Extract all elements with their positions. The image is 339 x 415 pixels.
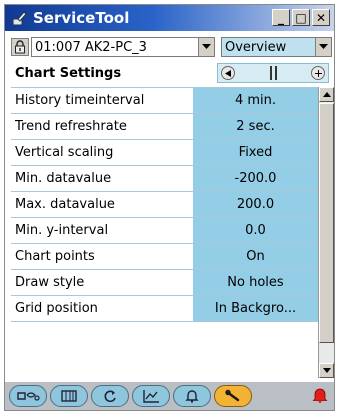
setting-value[interactable]: On [193,244,318,269]
close-icon: ✕ [315,10,327,25]
next-page-button[interactable] [311,66,325,80]
setting-value[interactable]: 4 min. [193,88,318,113]
scroll-down-button[interactable] [319,363,334,378]
chevron-down-icon[interactable] [198,38,214,56]
setting-label: Min. y-interval [11,218,193,243]
connection-button[interactable] [9,385,47,407]
minimize-button[interactable]: _ [272,9,290,26]
controller-icon [61,390,77,402]
previous-page-button[interactable] [221,66,235,80]
setting-value[interactable]: Fixed [193,140,318,165]
setting-label: History timeinterval [11,88,193,113]
service-tool-icon [225,389,240,402]
window-controls: _ □ ✕ [272,9,330,26]
settings-table: History timeinterval 4 min. Trend refres… [11,87,318,378]
vertical-scrollbar[interactable] [318,87,334,378]
plus-icon [314,69,322,77]
setting-value[interactable]: -200.0 [193,166,318,191]
app-window: ServiceTool _ □ ✕ 01:007 AK2-PC_3 Overvi… [4,4,335,411]
arrow-left-icon [224,69,231,77]
table-row[interactable]: Vertical scaling Fixed [11,140,318,166]
table-row[interactable]: Trend refreshrate 2 sec. [11,114,318,140]
setting-value[interactable]: 0.0 [193,218,318,243]
table-row[interactable]: History timeinterval 4 min. [11,88,318,114]
alarm-status[interactable] [312,387,328,403]
section-title: Chart Settings [15,65,122,81]
setting-value[interactable]: In Backgro... [193,296,318,321]
scrollbar-thumb[interactable] [319,103,334,343]
table-row[interactable]: Chart points On [11,244,318,270]
page-navigator [217,63,329,83]
table-row[interactable]: Max. datavalue 200.0 [11,192,318,218]
table-row[interactable]: Grid position In Backgro... [11,296,318,322]
setting-value[interactable]: 2 sec. [193,114,318,139]
view-select[interactable]: Overview [221,37,332,57]
title-bar[interactable]: ServiceTool _ □ ✕ [5,5,334,31]
page-slider[interactable] [258,65,288,81]
setting-label: Max. datavalue [11,192,193,217]
table-row[interactable]: Min. y-interval 0.0 [11,218,318,244]
service-tool-button[interactable] [214,385,252,407]
setting-label: Trend refreshrate [11,114,193,139]
refresh-button[interactable] [91,385,129,407]
table-row[interactable]: Draw style No holes [11,270,318,296]
window-title: ServiceTool [33,9,130,27]
table-row[interactable]: Min. datavalue -200.0 [11,166,318,192]
service-tool-app-icon [11,9,29,27]
chart-button[interactable] [132,385,170,407]
setting-label: Draw style [11,270,193,295]
selector-row: 01:007 AK2-PC_3 Overview [11,36,333,58]
alarm-bell-icon [312,388,328,403]
chevron-up-icon [322,92,331,97]
setting-label: Grid position [11,296,193,321]
alarm-icon [185,390,199,403]
slider-grip [274,66,277,80]
setting-label: Vertical scaling [11,140,193,165]
setting-label: Chart points [11,244,193,269]
close-button[interactable]: ✕ [312,9,330,26]
lock-icon [15,40,25,54]
bottom-toolbar [5,382,334,410]
device-select-value: 01:007 AK2-PC_3 [35,39,147,55]
maximize-icon: □ [295,10,307,25]
maximize-button[interactable]: □ [292,9,310,26]
controller-button[interactable] [50,385,88,407]
chevron-down-icon [322,368,331,373]
section-header: Chart Settings [11,61,333,85]
connection-icon [17,392,40,401]
device-select[interactable]: 01:007 AK2-PC_3 [31,37,215,57]
view-select-value: Overview [225,39,287,55]
chevron-down-icon[interactable] [315,38,331,56]
chart-icon [143,390,159,403]
slider-grip [269,66,272,80]
setting-value[interactable]: 200.0 [193,192,318,217]
lock-button[interactable] [11,38,29,56]
scroll-up-button[interactable] [319,87,334,102]
setting-value[interactable]: No holes [193,270,318,295]
alarm-button[interactable] [173,385,211,407]
setting-label: Min. datavalue [11,166,193,191]
refresh-icon [104,390,116,403]
minimize-icon: _ [278,10,284,25]
